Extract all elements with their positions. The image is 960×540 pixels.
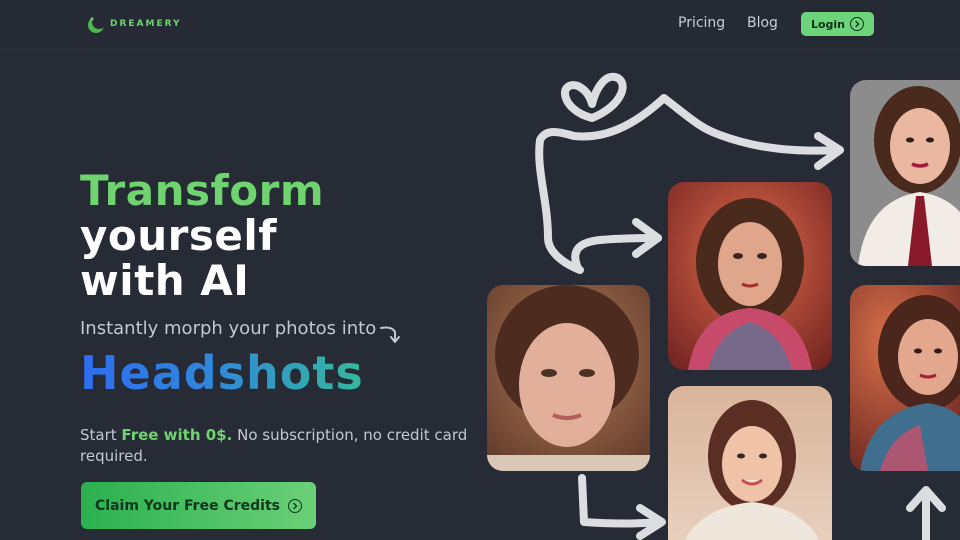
claim-free-credits-button[interactable]: Claim Your Free Credits <box>81 482 316 529</box>
start-free-text: Start Free with 0$. No subscription, no … <box>80 425 480 467</box>
navbar: DREAMERY Pricing Blog Login <box>0 0 960 50</box>
hero-subtitle-text: Instantly morph your photos into <box>80 318 377 339</box>
start-free-highlight: Free with 0$. <box>121 426 233 444</box>
hero-subtitle: Instantly morph your photos into <box>80 318 404 348</box>
hero-title: Transform yourself with AI <box>80 168 324 303</box>
circle-chevron-right-icon <box>287 498 302 513</box>
nav-pricing-link[interactable]: Pricing <box>678 15 725 31</box>
logo[interactable]: DREAMERY <box>86 13 182 35</box>
headshots-gradient-text: Headshots <box>80 346 364 400</box>
nav-blog-link[interactable]: Blog <box>747 15 778 31</box>
turn-down-arrow-icon <box>380 326 401 343</box>
logo-text: DREAMERY <box>110 19 182 29</box>
login-button[interactable]: Login <box>801 12 874 36</box>
moon-logo-icon <box>88 15 106 33</box>
hero-title-line2: yourself <box>80 211 277 260</box>
login-button-label: Login <box>810 17 846 31</box>
circle-chevron-right-icon <box>850 17 865 31</box>
start-prefix: Start <box>80 426 122 444</box>
headshot-photo-5 <box>850 285 960 471</box>
headshot-photo-1 <box>487 285 650 471</box>
headshot-photo-4 <box>850 80 960 266</box>
headshot-photo-3 <box>668 386 832 540</box>
headshot-photo-2 <box>668 182 832 370</box>
hero-title-line1: Transform <box>80 166 325 215</box>
hero-title-line3: with AI <box>80 256 250 305</box>
cta-label: Claim Your Free Credits <box>95 497 280 514</box>
